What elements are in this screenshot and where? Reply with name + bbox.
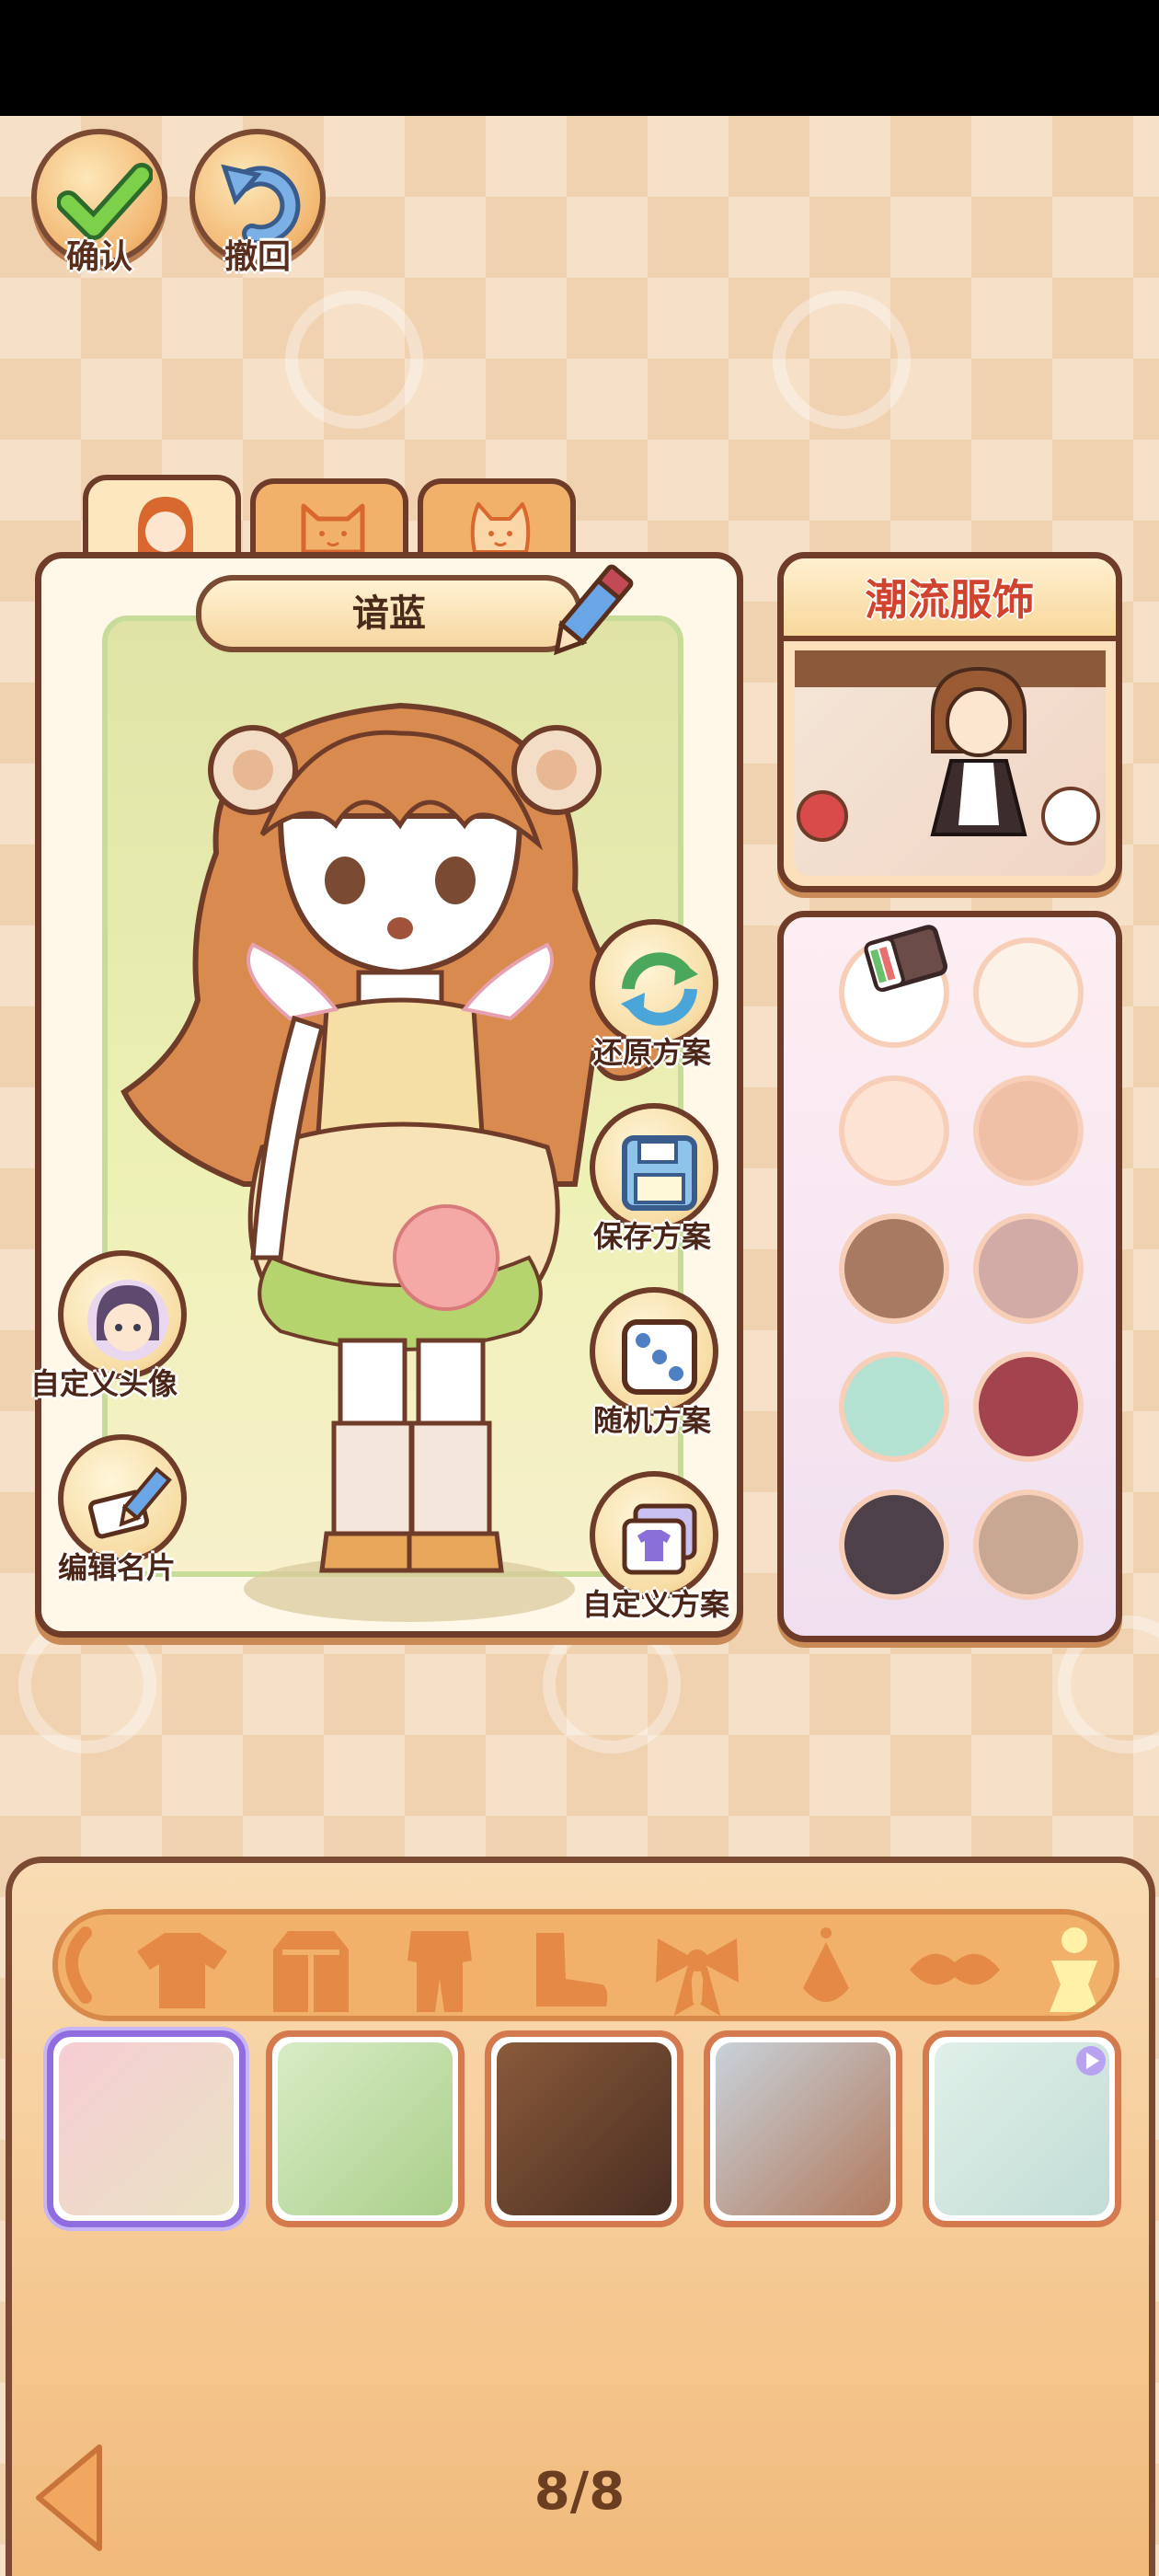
save-plan-button[interactable]: [590, 1103, 718, 1232]
color-swatch[interactable]: [839, 1075, 949, 1186]
top-icon[interactable]: [132, 1924, 233, 2016]
hair-icon[interactable]: [52, 1924, 113, 2007]
bow-icon[interactable]: [647, 1924, 748, 2016]
save-plan-label: 保存方案: [593, 1219, 712, 1254]
trend-fashion-card[interactable]: 潮流服饰: [777, 552, 1122, 892]
color-swatch[interactable]: [973, 1075, 1084, 1186]
outfit-thumbnail[interactable]: [485, 2030, 683, 2227]
page-indicator: 8/8: [534, 2462, 625, 2522]
previous-page-arrow-icon[interactable]: [28, 2438, 110, 2558]
color-swatch[interactable]: [839, 1213, 949, 1324]
color-swatch[interactable]: [973, 1351, 1084, 1462]
character-panel: 谙蓝 还原方案 保存方案 随机方案 自定义方案 自定义头像 编辑名片: [30, 552, 743, 1638]
dice-icon: [622, 1319, 697, 1395]
outfit-icon[interactable]: [389, 1924, 490, 2016]
trend-fashion-title: 潮流服饰: [784, 558, 1116, 641]
avatar-icon: [87, 1280, 168, 1361]
color-swatch[interactable]: [839, 1489, 949, 1600]
outfit-thumbnail[interactable]: [923, 2030, 1121, 2227]
edit-card-icon: [88, 1466, 172, 1539]
color-palette: [777, 911, 1122, 1642]
custom-avatar-label: 自定义头像: [30, 1366, 178, 1401]
restore-plan-button[interactable]: [590, 919, 718, 1048]
category-bar: [52, 1909, 1119, 2021]
play-icon: [1076, 2046, 1106, 2076]
cat-face-icon: [470, 502, 531, 554]
edit-card-button[interactable]: [58, 1434, 187, 1563]
floppy-disk-icon: [622, 1135, 697, 1211]
color-swatch[interactable]: [973, 937, 1084, 1048]
custom-plan-button[interactable]: [590, 1471, 718, 1600]
random-plan-button[interactable]: [590, 1287, 718, 1416]
maid-girl-illustration: [795, 650, 1106, 845]
color-swatch[interactable]: [839, 1351, 949, 1462]
restore-plan-label: 还原方案: [593, 1035, 712, 1070]
undo-label: 撤回: [224, 238, 291, 276]
sun-decoration: [285, 291, 423, 429]
outfit-thumbnail[interactable]: [266, 2030, 465, 2227]
random-plan-label: 随机方案: [593, 1403, 712, 1438]
custom-avatar-button[interactable]: [58, 1250, 187, 1379]
color-swatch[interactable]: [973, 1213, 1084, 1324]
girl-face-icon: [138, 497, 193, 552]
earring-icon[interactable]: [775, 1924, 877, 2016]
cat-face-icon: [301, 503, 365, 555]
trend-fashion-image: [795, 650, 1106, 876]
palette-selected-icon: [864, 925, 948, 992]
status-bar: [0, 0, 1159, 116]
edit-card-label: 编辑名片: [58, 1550, 177, 1585]
sun-decoration: [773, 291, 911, 429]
coat-icon[interactable]: [260, 1924, 361, 2016]
custom-plan-label: 自定义方案: [582, 1587, 730, 1622]
clothes-cards-icon: [622, 1503, 697, 1575]
shoes-icon[interactable]: [518, 1924, 619, 2016]
mask-icon[interactable]: [904, 1924, 1005, 2016]
pose-icon[interactable]: [1033, 1924, 1116, 2016]
confirm-label: 确认: [65, 238, 132, 276]
tab-cat-1[interactable]: [250, 478, 408, 561]
character-name[interactable]: 谙蓝: [196, 575, 582, 652]
pencil-icon[interactable]: [538, 558, 639, 669]
tab-cat-2[interactable]: [418, 478, 576, 561]
outfit-thumbnail[interactable]: [704, 2030, 902, 2227]
outfit-thumbnail[interactable]: [47, 2030, 246, 2227]
refresh-icon: [621, 952, 698, 1026]
color-swatch[interactable]: [973, 1489, 1084, 1600]
